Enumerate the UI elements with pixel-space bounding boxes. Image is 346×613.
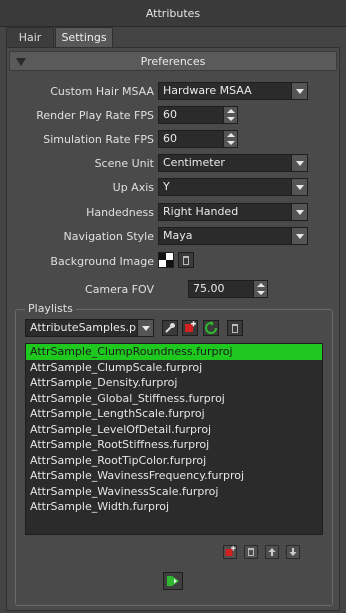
delete-playlist-button[interactable] bbox=[227, 320, 243, 336]
spin-arrows-icon[interactable] bbox=[223, 107, 237, 123]
arrow-down-icon bbox=[289, 548, 297, 556]
nav-style-value: Maya bbox=[163, 229, 193, 242]
trash-icon bbox=[248, 548, 254, 556]
preferences-section-header[interactable]: Preferences bbox=[9, 51, 337, 71]
chevron-down-icon bbox=[137, 320, 153, 336]
add-red-icon bbox=[185, 321, 196, 332]
list-item[interactable]: AttrSample_LevelOfDetail.furproj bbox=[26, 422, 322, 438]
handedness-value: Right Handed bbox=[163, 205, 239, 218]
arrow-up-icon bbox=[268, 548, 276, 556]
playlist-file-dropdown[interactable]: AttributeSamples.plist bbox=[25, 319, 154, 337]
list-item[interactable]: AttrSample_Width.furproj bbox=[26, 499, 322, 515]
list-item[interactable]: AttrSample_LengthScale.furproj bbox=[26, 406, 322, 422]
camera-fov-value: 75.00 bbox=[193, 282, 225, 295]
playlist-file-value: AttributeSamples.plist bbox=[30, 321, 153, 334]
add-red-icon bbox=[225, 546, 236, 556]
render-fps-spinbox[interactable]: 60 bbox=[158, 106, 238, 124]
handedness-dropdown[interactable]: Right Handed bbox=[158, 203, 308, 221]
chevron-down-icon bbox=[291, 155, 307, 171]
checker-icon bbox=[159, 253, 173, 267]
msaa-label: Custom Hair MSAA bbox=[50, 85, 154, 98]
list-item[interactable]: AttrSample_RootStiffness.furproj bbox=[26, 437, 322, 453]
bg-image-picker-button[interactable] bbox=[158, 252, 174, 268]
play-icon bbox=[167, 576, 179, 586]
trash-icon bbox=[232, 324, 238, 333]
render-fps-label: Render Play Rate FPS bbox=[36, 109, 154, 122]
camera-fov-spinbox[interactable]: 75.00 bbox=[188, 280, 268, 298]
bg-image-label: Background Image bbox=[50, 255, 154, 268]
sim-fps-label: Simulation Rate FPS bbox=[43, 133, 154, 146]
msaa-dropdown[interactable]: Hardware MSAA bbox=[158, 82, 308, 100]
playlists-title: Playlists bbox=[25, 302, 76, 315]
sim-fps-spinbox[interactable]: 60 bbox=[158, 130, 238, 148]
spin-arrows-icon[interactable] bbox=[223, 131, 237, 147]
sim-fps-value: 60 bbox=[163, 132, 177, 145]
render-fps-value: 60 bbox=[163, 108, 177, 121]
playlist-items-list[interactable]: AttrSample_ClumpRoundness.furproj AttrSa… bbox=[25, 343, 323, 535]
nav-style-label: Navigation Style bbox=[63, 230, 154, 243]
nav-style-dropdown[interactable]: Maya bbox=[158, 227, 308, 245]
chevron-down-icon bbox=[291, 179, 307, 195]
remove-item-button[interactable] bbox=[244, 545, 258, 559]
up-axis-label: Up Axis bbox=[112, 181, 154, 194]
tab-settings[interactable]: Settings bbox=[55, 27, 113, 47]
preferences-title: Preferences bbox=[140, 55, 206, 68]
list-item[interactable]: AttrSample_Density.furproj bbox=[26, 375, 322, 391]
settings-panel: Preferences Custom Hair MSAA Hardware MS… bbox=[6, 47, 340, 611]
refresh-playlist-button[interactable] bbox=[203, 320, 219, 336]
add-item-button[interactable] bbox=[223, 545, 237, 559]
spin-arrows-icon[interactable] bbox=[253, 281, 267, 297]
list-item[interactable]: AttrSample_ClumpScale.furproj bbox=[26, 360, 322, 376]
wrench-icon bbox=[165, 323, 175, 333]
chevron-down-icon bbox=[291, 228, 307, 244]
list-item[interactable]: AttrSample_ClumpRoundness.furproj bbox=[26, 344, 322, 360]
camera-fov-label: Camera FOV bbox=[85, 283, 154, 296]
up-axis-dropdown[interactable]: Y bbox=[158, 178, 308, 196]
move-up-button[interactable] bbox=[265, 545, 279, 559]
bg-image-clear-button[interactable] bbox=[178, 252, 194, 268]
trash-icon bbox=[183, 256, 189, 265]
handedness-label: Handedness bbox=[86, 206, 154, 219]
move-down-button[interactable] bbox=[286, 545, 300, 559]
list-item[interactable]: AttrSample_WavinessFrequency.furproj bbox=[26, 468, 322, 484]
play-playlist-button[interactable] bbox=[163, 572, 183, 590]
chevron-down-icon bbox=[291, 83, 307, 99]
list-item[interactable]: AttrSample_WavinessScale.furproj bbox=[26, 484, 322, 500]
msaa-value: Hardware MSAA bbox=[163, 84, 252, 97]
add-playlist-button[interactable] bbox=[182, 320, 198, 336]
edit-playlist-button[interactable] bbox=[162, 320, 178, 336]
tab-hair[interactable]: Hair bbox=[6, 27, 54, 47]
list-item[interactable]: AttrSample_Global_Stiffness.furproj bbox=[26, 391, 322, 407]
scene-unit-dropdown[interactable]: Centimeter bbox=[158, 154, 308, 172]
scene-unit-value: Centimeter bbox=[163, 156, 225, 169]
list-item[interactable]: AttrSample_RootTipColor.furproj bbox=[26, 453, 322, 469]
scene-unit-label: Scene Unit bbox=[94, 157, 154, 170]
up-axis-value: Y bbox=[163, 180, 170, 193]
chevron-down-icon bbox=[291, 204, 307, 220]
window-title: Attributes bbox=[0, 0, 346, 27]
refresh-icon bbox=[205, 321, 217, 334]
